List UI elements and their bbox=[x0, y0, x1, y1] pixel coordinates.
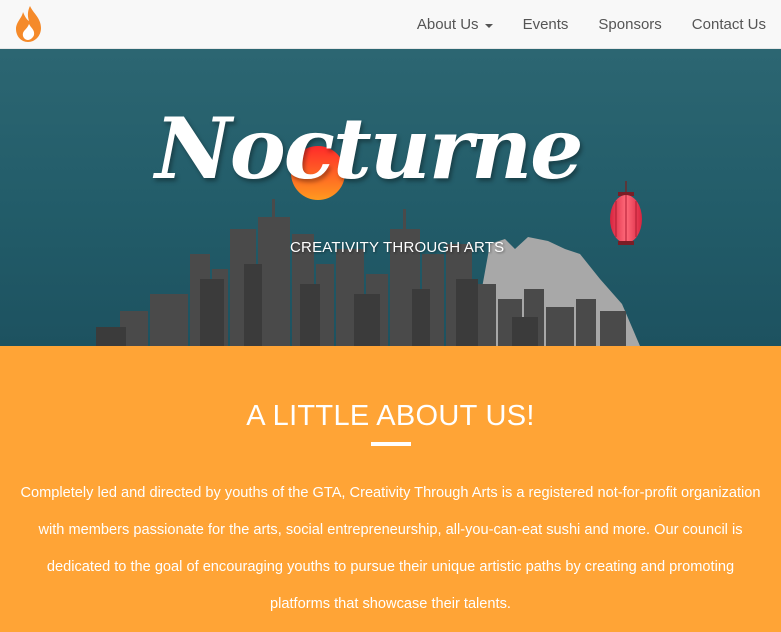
about-line: Completely led and directed by youths of… bbox=[20, 485, 761, 501]
flame-icon[interactable] bbox=[13, 4, 45, 44]
about-section: A LITTLE ABOUT US! Completely led and di… bbox=[0, 346, 781, 632]
lantern-icon bbox=[610, 181, 642, 245]
about-paragraph: Completely led and directed by youths of… bbox=[10, 475, 771, 623]
heading-divider bbox=[371, 442, 411, 446]
nav-contact-us-link[interactable]: Contact Us bbox=[677, 0, 781, 49]
nav-contact-us-label: Contact Us bbox=[691, 16, 766, 33]
hero-subtitle: CREATIVITY THROUGH ARTS bbox=[290, 239, 505, 256]
hero-title: Nocturne bbox=[155, 99, 584, 198]
chevron-down-icon bbox=[484, 23, 493, 28]
nav-sponsors-link[interactable]: Sponsors bbox=[583, 0, 676, 49]
nav-links: About Us Events Sponsors Contact Us bbox=[402, 0, 781, 49]
about-line: with members passionate for the arts, so… bbox=[38, 522, 743, 538]
about-line: platforms that showcase their talents. bbox=[270, 596, 511, 612]
about-line: dedicated to the goal of encouraging you… bbox=[46, 559, 735, 575]
hero-banner: Nocturne CREATIVITY THROUGH ARTS bbox=[0, 49, 781, 346]
nav-sponsors-label: Sponsors bbox=[598, 16, 662, 33]
about-heading: A LITTLE ABOUT US! bbox=[246, 400, 535, 432]
top-navbar: About Us Events Sponsors Contact Us bbox=[0, 0, 781, 49]
nav-events-link[interactable]: Events bbox=[508, 0, 584, 49]
nav-about-us-label: About Us bbox=[416, 16, 479, 33]
nav-events-label: Events bbox=[522, 16, 569, 33]
nav-about-us-dropdown[interactable]: About Us bbox=[402, 0, 508, 49]
